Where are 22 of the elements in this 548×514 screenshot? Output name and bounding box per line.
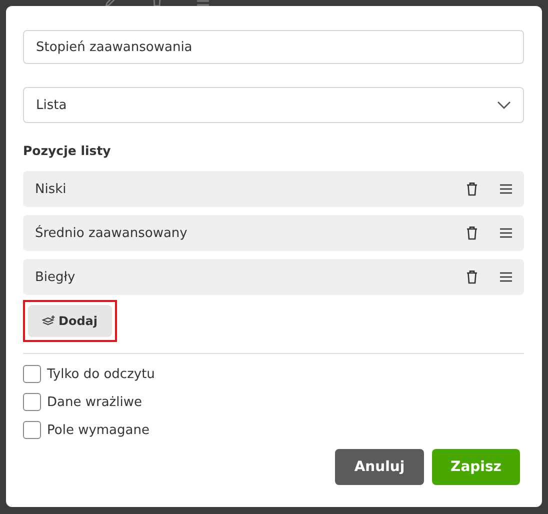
chevron-down-icon (497, 101, 511, 109)
layers-plus-icon (42, 315, 56, 327)
checkbox-label: Pole wymagane (47, 422, 150, 438)
checkbox[interactable] (23, 421, 41, 439)
item-label: Biegły (35, 270, 76, 284)
drag-handle-icon[interactable] (500, 184, 512, 194)
cancel-button[interactable]: Anuluj (335, 449, 424, 485)
checkbox-label: Dane wrażliwe (47, 394, 142, 410)
checkbox-label: Tylko do odczytu (47, 366, 155, 382)
checkbox[interactable] (23, 393, 41, 411)
item-label: Niski (35, 182, 68, 196)
section-heading: Pozycje listy (23, 143, 112, 158)
item-label: Średnio zaawansowany (35, 226, 188, 240)
checkbox[interactable] (23, 365, 41, 383)
drag-handle-icon[interactable] (500, 228, 512, 238)
trash-icon[interactable] (466, 270, 478, 284)
type-select[interactable]: Lista (23, 87, 524, 123)
name-field[interactable]: Stopień zaawansowania (23, 30, 524, 64)
trash-icon[interactable] (466, 226, 478, 240)
trash-icon[interactable] (466, 182, 478, 196)
add-button[interactable]: Dodaj (28, 305, 112, 337)
drag-handle-icon[interactable] (500, 272, 512, 282)
